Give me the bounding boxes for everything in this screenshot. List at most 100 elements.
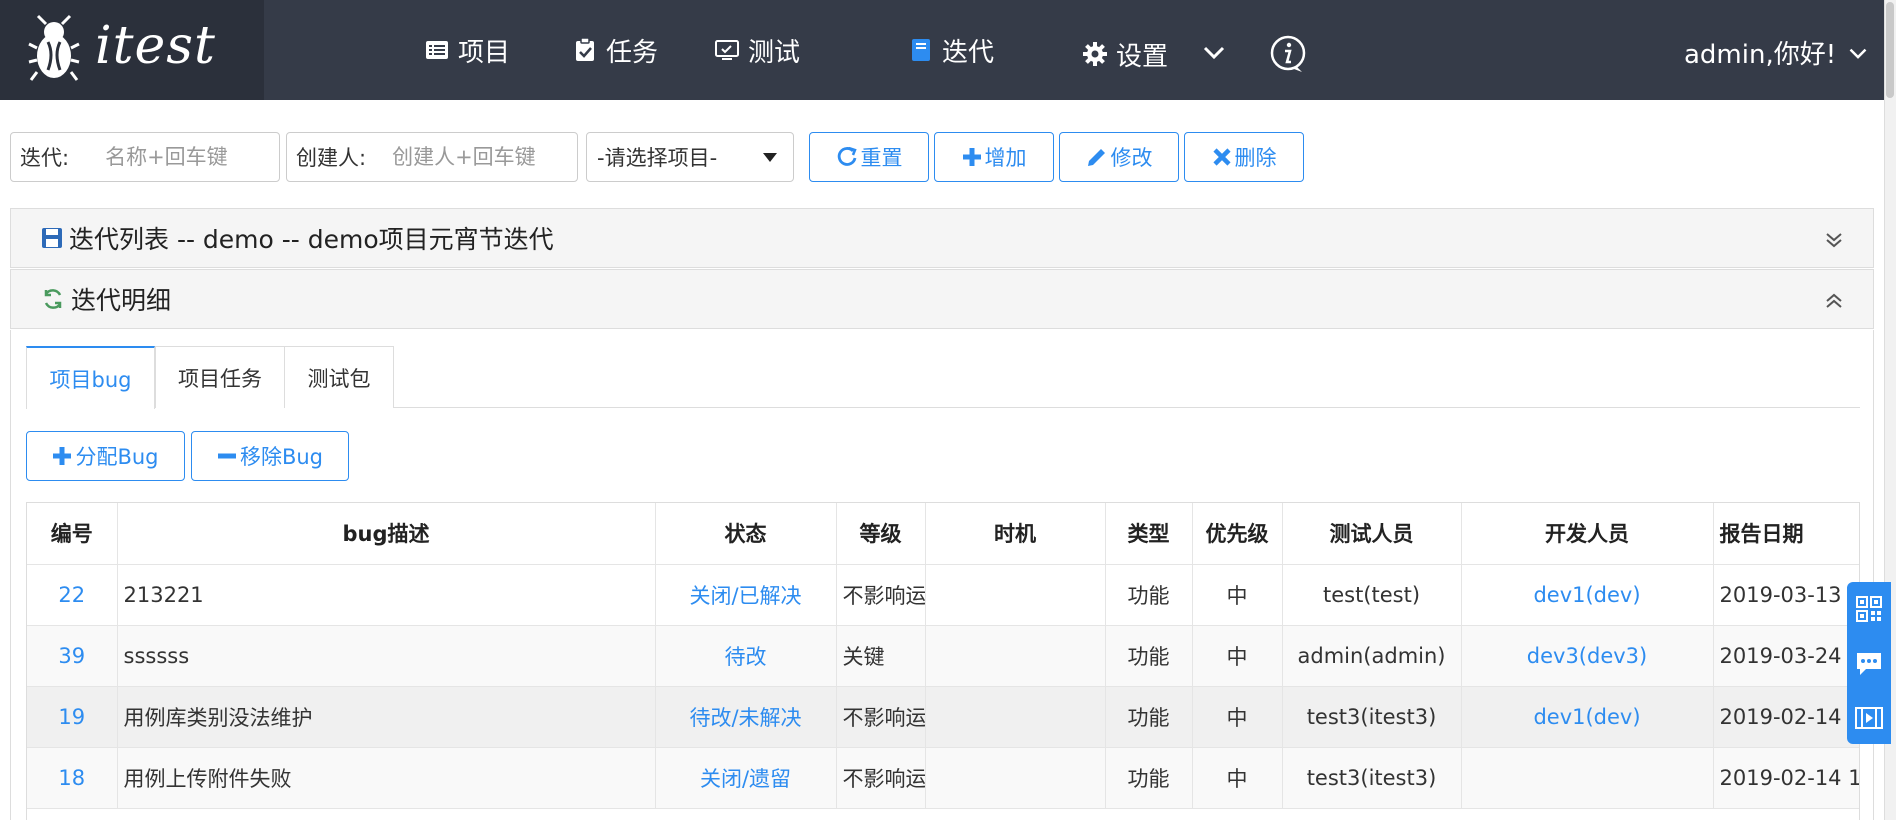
column-header[interactable]: 类型 [1105,503,1193,565]
column-header[interactable]: bug描述 [117,503,656,565]
qr-code-icon[interactable] [1855,595,1883,623]
bug-tester: admin(admin) [1282,625,1462,687]
table-row[interactable]: 18 用例上传附件失败 关闭/遗留 不影响运 功能 中 test3(itest3… [27,747,1859,809]
refresh-icon [44,289,62,309]
bug-type: 功能 [1105,686,1193,748]
tab-project-task[interactable]: 项目任务 [155,346,285,408]
bug-report-date: 2019-03-13 [1713,564,1859,626]
column-header[interactable]: 时机 [925,503,1106,565]
table-header-row: 编号 bug描述 状态 等级 时机 类型 优先级 测试人员 开发人员 报告日期 [27,503,1859,565]
delete-button[interactable]: 删除 [1184,132,1304,182]
bug-developer-link[interactable]: dev1(dev) [1461,686,1714,748]
creator-search-group: 创建人: [286,132,578,182]
bug-priority: 中 [1192,747,1283,809]
floppy-disk-icon [42,228,62,248]
top-navbar: itest 项目 任务 测试 迭代 设置 admin,你好! [0,0,1896,100]
iteration-label: 迭代: [20,146,70,170]
column-header[interactable]: 开发人员 [1461,503,1714,565]
double-chevron-up-icon[interactable] [1825,292,1843,310]
bug-developer-link[interactable] [1461,747,1714,809]
table-row[interactable]: 19 用例库类别没法维护 待改/未解决 不影响运 功能 中 test3(ites… [27,686,1859,748]
edit-button[interactable]: 修改 [1059,132,1179,182]
bug-tester: test(test) [1282,564,1462,626]
panel-title: 迭代列表 -- demo -- demo项目元宵节迭代 [69,225,554,254]
user-menu[interactable]: admin,你好! [1684,34,1868,71]
app-root: itest 项目 任务 测试 迭代 设置 admin,你好! 迭代: 名称+回车… [0,0,1896,820]
bug-description: 用例上传附件失败 [117,747,656,809]
reset-label: 重置 [860,146,903,170]
chat-icon[interactable] [1854,650,1884,678]
bug-status-link[interactable]: 关闭/已解决 [655,564,837,626]
bug-timing [925,564,1106,626]
nav-label: 项目 [458,37,511,68]
bug-id-link[interactable]: 18 [27,747,118,809]
bug-report-date: 2019-03-24 0 [1713,625,1859,687]
bug-logo-icon [28,14,80,81]
bug-description: ssssss [117,625,656,687]
bug-timing [925,747,1106,809]
column-header[interactable]: 编号 [27,503,118,565]
nav-label: 测试 [748,37,801,68]
bug-level: 不影响运 [836,686,926,748]
reset-button[interactable]: 重置 [809,132,929,182]
creator-search-input[interactable] [392,145,573,169]
project-select[interactable]: -请选择项目- [586,132,794,182]
assign-bug-button[interactable]: 分配Bug [26,431,185,481]
monitor-icon [715,40,739,60]
tab-project-bug[interactable]: 项目bug [26,346,155,409]
book-icon [912,39,930,61]
info-icon[interactable] [1268,34,1308,74]
clipboard-icon [576,37,594,61]
project-select-value: -请选择项目- [597,146,718,170]
caret-down-icon [763,153,777,162]
plus-icon [962,148,981,166]
bug-report-date: 2019-02-14 1 [1713,747,1859,809]
nav-item-test[interactable]: 测试 [714,30,800,70]
plus-icon [53,447,72,465]
logo-text: itest [95,16,216,76]
bug-status-link[interactable]: 待改 [655,625,837,687]
bug-type: 功能 [1105,625,1193,687]
logo[interactable]: itest [0,0,264,100]
double-chevron-down-icon[interactable] [1825,231,1843,249]
column-header[interactable]: 测试人员 [1282,503,1462,565]
iteration-search-input[interactable] [105,145,276,169]
tab-label: 测试包 [307,366,371,391]
gear-icon [1083,42,1107,66]
chevron-down-icon[interactable] [1202,40,1226,64]
column-header[interactable]: 状态 [655,503,837,565]
bug-priority: 中 [1192,625,1283,687]
iteration-search-group: 迭代: [10,132,280,182]
column-header[interactable]: 等级 [836,503,926,565]
bug-status-link[interactable]: 关闭/遗留 [655,747,837,809]
iteration-list-panel-header[interactable]: 迭代列表 -- demo -- demo项目元宵节迭代 [10,208,1874,268]
bug-developer-link[interactable]: dev3(dev3) [1461,625,1714,687]
pencil-icon [1087,149,1105,166]
video-icon[interactable] [1854,705,1884,731]
iteration-detail-panel-header[interactable]: 迭代明细 [10,269,1874,329]
bug-developer-link[interactable]: dev1(dev) [1461,564,1714,626]
table-row[interactable]: 22 213221 关闭/已解决 不影响运 功能 中 test(test) de… [27,564,1859,626]
nav-item-settings[interactable]: 设置 [1082,34,1168,74]
bug-id-link[interactable]: 22 [27,564,118,626]
column-header[interactable]: 优先级 [1192,503,1283,565]
tab-test-package[interactable]: 测试包 [284,346,394,408]
bug-id-link[interactable]: 39 [27,625,118,687]
list-icon [426,41,448,59]
nav-item-task[interactable]: 任务 [572,30,658,70]
user-greeting: admin,你好! [1684,40,1837,70]
bug-id-link[interactable]: 19 [27,686,118,748]
remove-bug-button[interactable]: 移除Bug [191,431,349,481]
column-header[interactable]: 报告日期 [1713,503,1859,565]
bug-status-link[interactable]: 待改/未解决 [655,686,837,748]
edit-label: 修改 [1110,146,1153,170]
table-row[interactable]: 39 ssssss 待改 关键 功能 中 admin(admin) dev3(d… [27,625,1859,687]
bug-timing [925,686,1106,748]
add-button[interactable]: 增加 [934,132,1054,182]
bug-priority: 中 [1192,564,1283,626]
nav-item-project[interactable]: 项目 [424,30,510,70]
nav-item-iteration[interactable]: 迭代 [908,30,994,70]
nav-label: 任务 [606,37,659,68]
scrollbar-thumb[interactable] [1886,2,1894,98]
bug-table: 编号 bug描述 状态 等级 时机 类型 优先级 测试人员 开发人员 报告日期 … [26,502,1860,820]
